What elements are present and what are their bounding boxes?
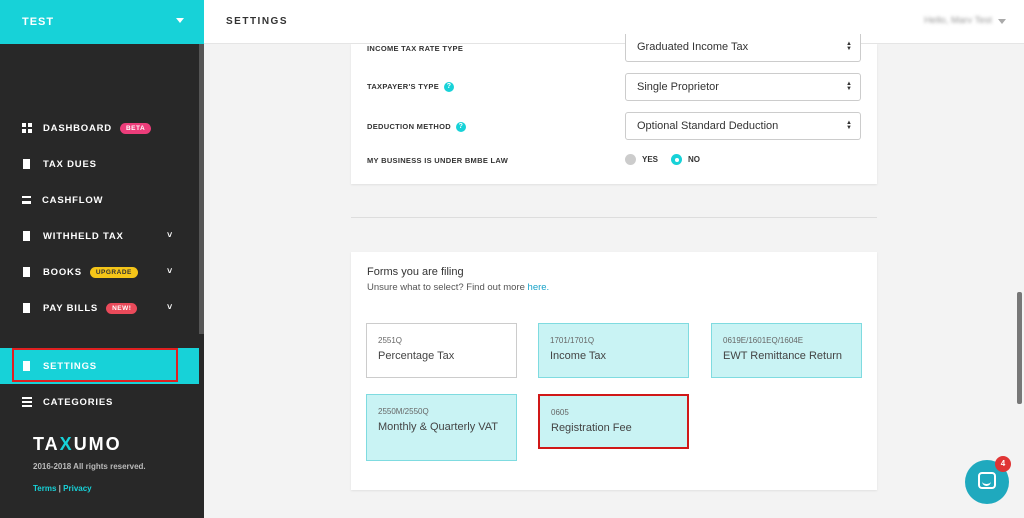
bmbe-no-radio[interactable]: NO: [671, 154, 700, 165]
sidebar-item-books[interactable]: BOOKS UPGRADE ˅: [0, 254, 199, 290]
help-icon[interactable]: ?: [455, 122, 466, 133]
document-icon: [23, 231, 30, 241]
select-arrows-icon: ▲ ▼: [846, 81, 852, 92]
sidebar-item-cashflow[interactable]: CASHFLOW: [0, 182, 199, 218]
tile-name: Monthly & Quarterly VAT: [378, 421, 499, 433]
select-value: Optional Standard Deduction: [637, 120, 779, 132]
help-icon[interactable]: ?: [444, 82, 454, 93]
sidebar-item-pay-bills[interactable]: PAY BILLS NEW! ˅: [0, 290, 199, 326]
terms-link[interactable]: Terms: [33, 484, 56, 493]
forms-card: Forms you are filing Unsure what to sele…: [351, 252, 877, 490]
form-tile-0605[interactable]: 0605 Registration Fee: [538, 394, 689, 449]
taxpayer-type-select[interactable]: Single Proprietor ▲ ▼: [625, 73, 861, 101]
settings-icon: [23, 361, 30, 371]
sidebar-item-label: CATEGORIES: [43, 396, 114, 408]
chevron-down-icon[interactable]: ˅: [167, 302, 172, 312]
tile-name: Percentage Tax: [378, 350, 455, 362]
caret-down-icon[interactable]: [176, 18, 184, 23]
sidebar-item-label: CASHFLOW: [42, 194, 104, 206]
org-name: TEST: [22, 16, 55, 28]
upgrade-badge[interactable]: UPGRADE: [89, 266, 138, 278]
dashboard-icon: [22, 123, 32, 133]
footer-links: Terms | Privacy: [33, 484, 92, 493]
caret-down-icon[interactable]: [998, 19, 1006, 24]
new-badge: NEW!: [106, 302, 138, 314]
sidebar-item-label: DASHBOARD: [43, 122, 112, 134]
find-out-more-link[interactable]: here.: [528, 282, 550, 293]
sidebar-item-settings[interactable]: SETTINGS: [0, 348, 199, 384]
chevron-down-icon[interactable]: ˅: [167, 266, 172, 276]
sidebar-item-label: BOOKS: [43, 266, 82, 278]
sidebar-item-label: SETTINGS: [43, 360, 97, 372]
income-tax-rate-type-label: INCOME TAX RATE TYPE: [367, 44, 464, 53]
taxumo-logo: TAXUMO: [33, 434, 122, 454]
sidebar-item-categories[interactable]: CATEGORIES: [0, 384, 199, 420]
copyright-text: 2016-2018 All rights reserved.: [33, 462, 146, 471]
top-header: SETTINGS Hello, Marv Test: [204, 0, 1024, 44]
tile-code: 0605: [551, 408, 569, 417]
tile-code: 2550M/2550Q: [378, 407, 429, 416]
chevron-down-icon[interactable]: ˅: [167, 230, 172, 240]
form-tile-2550m[interactable]: 2550M/2550Q Monthly & Quarterly VAT: [366, 394, 517, 461]
beta-badge: BETA: [119, 122, 152, 134]
tax-settings-card: INCOME TAX RATE TYPE Graduated Income Ta…: [351, 34, 877, 184]
tile-code: 2551Q: [378, 336, 403, 345]
bmbe-yes-radio[interactable]: YES: [625, 154, 658, 165]
sidebar-item-tax-dues[interactable]: TAX DUES: [0, 146, 199, 182]
unread-count-badge: 4: [995, 456, 1011, 472]
main-scrollbar[interactable]: [1017, 292, 1022, 404]
form-tile-2551q[interactable]: 2551Q Percentage Tax: [366, 323, 517, 378]
sidebar-item-label: WITHHELD TAX: [43, 230, 124, 242]
bmbe-law-label: MY BUSINESS IS UNDER BMBE LAW: [367, 156, 509, 165]
chat-icon: [978, 472, 996, 489]
radio-dot-selected: [671, 154, 682, 165]
document-icon: [23, 159, 30, 169]
privacy-link[interactable]: Privacy: [63, 484, 91, 493]
org-switcher[interactable]: TEST: [0, 0, 204, 44]
list-icon: [22, 397, 32, 407]
select-arrows-icon: ▲ ▼: [846, 41, 852, 52]
book-icon: [23, 267, 30, 277]
tile-code: 1701/1701Q: [550, 336, 595, 345]
user-menu[interactable]: Hello, Marv Test: [924, 15, 992, 26]
link-separator: |: [58, 484, 61, 493]
tile-name: Registration Fee: [551, 422, 632, 434]
select-value: Single Proprietor: [637, 81, 719, 93]
sidebar-item-label: TAX DUES: [43, 158, 97, 170]
sidebar-scrollbar[interactable]: [199, 44, 204, 334]
page-title: SETTINGS: [226, 16, 289, 27]
sidebar-item-withheld-tax[interactable]: WITHHELD TAX ˅: [0, 218, 199, 254]
select-value: Graduated Income Tax: [637, 41, 749, 53]
tile-name: Income Tax: [550, 350, 607, 362]
forms-title: Forms you are filing: [367, 266, 464, 278]
section-divider: [351, 217, 877, 218]
tile-code: 0619E/1601EQ/1604E: [723, 336, 804, 345]
tile-name: EWT Remittance Return: [723, 350, 843, 362]
sidebar-item-label: PAY BILLS: [43, 302, 99, 314]
form-tile-0619e[interactable]: 0619E/1601EQ/1604E EWT Remittance Return: [711, 323, 862, 378]
radio-dot: [625, 154, 636, 165]
bill-icon: [23, 303, 30, 313]
deduction-method-select[interactable]: Optional Standard Deduction ▲ ▼: [625, 112, 861, 140]
income-tax-rate-type-select[interactable]: Graduated Income Tax ▲ ▼: [625, 34, 861, 62]
sidebar: TEST DASHBOARD BETA TAX DUES CASHFLOW WI…: [0, 0, 204, 518]
sidebar-item-dashboard[interactable]: DASHBOARD BETA: [0, 110, 199, 146]
select-arrows-icon: ▲ ▼: [846, 120, 852, 131]
cash-icon: [22, 196, 31, 204]
deduction-method-label: DEDUCTION METHOD?: [367, 122, 466, 133]
forms-subtitle: Unsure what to select? Find out more her…: [367, 282, 550, 293]
taxpayer-type-label: TAXPAYER'S TYPE?: [367, 82, 454, 93]
form-tile-1701[interactable]: 1701/1701Q Income Tax: [538, 323, 689, 378]
